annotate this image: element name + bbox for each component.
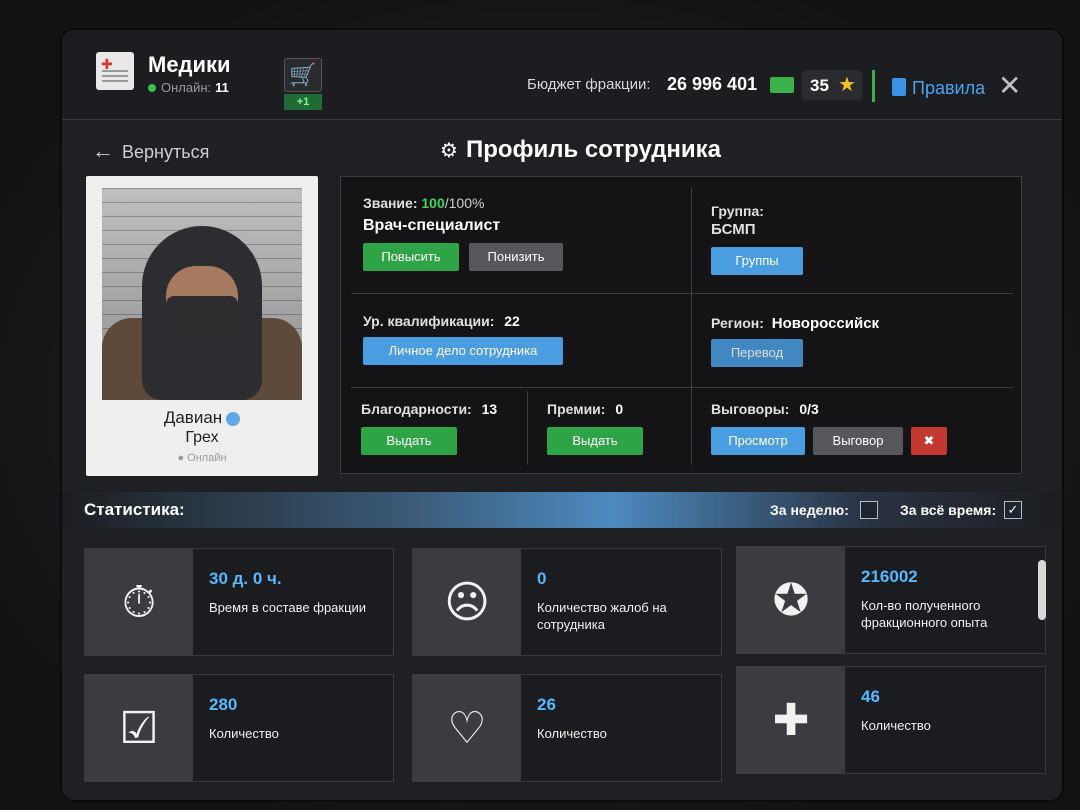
cart-icon: 🛒	[289, 62, 317, 87]
groups-button[interactable]: Группы	[711, 247, 803, 275]
qualification-label: Ур. квалификации:	[363, 313, 495, 329]
stat-value: 46	[861, 687, 880, 706]
top-bar: ✚ Медики Онлайн: 11 🛒 +1 Бюджет фракции: …	[62, 30, 1062, 120]
stat-label: Время в составе фракции	[209, 600, 367, 615]
employee-photo-card: Давиан Грех ● Онлайн	[86, 176, 318, 476]
statistics-title: Статистика:	[84, 500, 185, 519]
cart-badge: +1	[284, 94, 322, 110]
stat-label: Количество	[537, 726, 607, 741]
complaint-document-icon: ☹	[413, 549, 521, 655]
region-value: Новороссийск	[771, 315, 880, 332]
all-time-filter-label: За всё время:	[900, 502, 997, 518]
medical-faction-icon: ✚	[96, 52, 134, 90]
thanks-row: Благодарности: 13	[361, 401, 497, 417]
thanks-label: Благодарности:	[361, 401, 472, 417]
reprimand-row: Выговоры: 0/3	[711, 401, 819, 417]
stat-card: ☑ 280 Количество	[84, 674, 394, 782]
rank-percent: 100	[421, 195, 445, 211]
online-indicator: Онлайн: 11	[148, 80, 229, 95]
reprimand-label: Выговоры:	[711, 401, 790, 417]
demote-button[interactable]: Понизить	[469, 243, 563, 271]
shop-cart-button[interactable]: 🛒	[284, 58, 322, 92]
page-title-text: Профиль сотрудника	[465, 136, 722, 163]
stat-value: 0	[537, 569, 547, 588]
online-label: Онлайн:	[161, 80, 212, 95]
budget-value: 26 996 401	[667, 74, 758, 94]
gear-icon: ⚙	[440, 140, 458, 162]
medkit-icon: ✚	[737, 667, 845, 773]
give-reprimand-button[interactable]: Выговор	[813, 427, 903, 455]
employee-first-name: Давиан	[163, 408, 223, 427]
rules-icon[interactable]	[892, 78, 906, 96]
heart-pulse-icon: ♡	[413, 675, 521, 781]
verified-icon	[226, 411, 241, 426]
stat-card: ✚ 46 Количество	[736, 666, 1046, 774]
rank-row: Звание: 100/100%	[363, 195, 484, 211]
bonus-label: Премии:	[547, 401, 606, 417]
stat-card: ☹ 0 Количество жалоб на сотрудника	[412, 548, 722, 656]
qualification-value: 22	[504, 313, 520, 329]
stat-value: 216002	[861, 567, 918, 586]
back-label: Вернуться	[122, 142, 210, 162]
stat-value: 26	[537, 695, 556, 714]
rank-title: Врач-специалист	[363, 217, 501, 234]
give-thanks-button[interactable]: Выдать	[361, 427, 457, 455]
stars-value: 35	[810, 76, 829, 95]
transfer-button[interactable]: Перевод	[711, 339, 803, 367]
exp-stars-icon: ✪	[737, 547, 845, 653]
rank-label: Звание:	[363, 195, 418, 211]
scrollbar-thumb[interactable]	[1038, 560, 1046, 620]
bonus-value: 0	[615, 401, 624, 417]
bonus-row: Премии: 0	[547, 401, 623, 417]
stat-card: ✪ 216002 Кол-во полученного фракционного…	[736, 546, 1046, 654]
personal-file-button[interactable]: Личное дело сотрудника	[363, 337, 563, 365]
close-icon[interactable]: ✕	[998, 72, 1021, 100]
stat-card: ⏱ 30 д. 0 ч. Время в составе фракции	[84, 548, 394, 656]
employee-first-name-row: Давиан	[86, 408, 318, 428]
qualification-row: Ур. квалификации: 22	[363, 313, 520, 329]
promote-button[interactable]: Повысить	[363, 243, 459, 271]
faction-name: Медики	[148, 52, 231, 77]
stat-label: Кол-во полученного фракционного опыта	[861, 598, 988, 630]
rules-link[interactable]: Правила	[912, 78, 985, 99]
budget-label: Бюджет фракции:	[527, 76, 651, 93]
reprimand-value: 0/3	[799, 401, 819, 417]
remove-user-icon: ✖	[923, 433, 935, 448]
stat-label: Количество	[209, 726, 279, 741]
online-count: 11	[215, 80, 229, 95]
back-button[interactable]: ← Вернуться	[92, 138, 209, 164]
online-dot-icon	[148, 84, 156, 92]
stat-label: Количество	[861, 718, 931, 733]
stat-card: ♡ 26 Количество	[412, 674, 722, 782]
app-window: ✚ Медики Онлайн: 11 🛒 +1 Бюджет фракции: …	[62, 30, 1062, 800]
star-icon: ★	[838, 74, 856, 96]
employee-last-name: Грех	[185, 429, 219, 446]
employee-info-panel: Звание: 100/100% Врач-специалист Повысит…	[340, 176, 1022, 474]
view-reprimands-button[interactable]: Просмотр	[711, 427, 805, 455]
group-value: БСМП	[711, 221, 756, 238]
employee-photo	[102, 188, 302, 400]
region-row: Регион: Новороссийск	[711, 315, 879, 332]
arrow-left-icon: ←	[92, 138, 114, 163]
region-label: Регион:	[711, 315, 764, 331]
week-checkbox[interactable]	[860, 501, 878, 519]
money-icon	[770, 77, 794, 93]
all-time-checkbox[interactable]: ✓	[1004, 501, 1022, 519]
employee-status-text: Онлайн	[187, 452, 227, 464]
stat-value: 30 д. 0 ч.	[209, 569, 282, 588]
page-title: ⚙ Профиль сотрудника	[440, 136, 721, 164]
clipboard-checklist-icon: ☑	[85, 675, 193, 781]
give-bonus-button[interactable]: Выдать	[547, 427, 643, 455]
rank-max: /100%	[444, 195, 485, 211]
fire-employee-button[interactable]: ✖	[911, 427, 947, 455]
separator	[872, 70, 875, 102]
stat-value: 280	[209, 695, 238, 714]
employee-status: ● Онлайн	[177, 452, 227, 464]
stopwatch-icon: ⏱	[85, 549, 193, 655]
stat-label: Количество жалоб на сотрудника	[537, 600, 667, 632]
week-filter-label: За неделю:	[770, 502, 849, 518]
group-label: Группа:	[711, 203, 764, 219]
thanks-value: 13	[481, 401, 498, 417]
